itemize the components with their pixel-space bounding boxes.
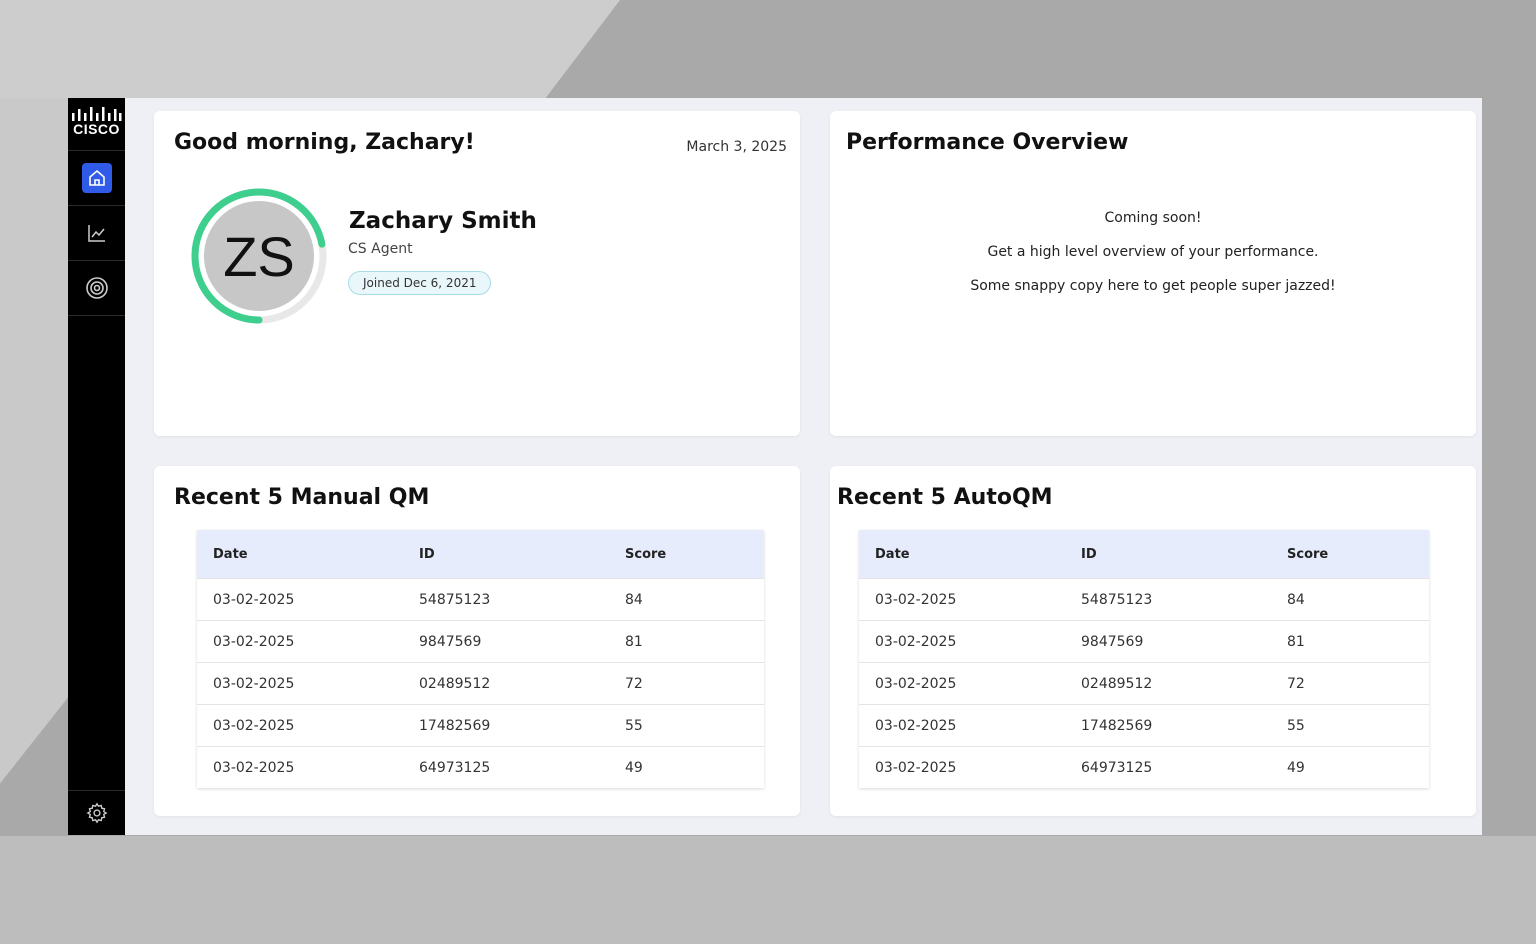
manual-qm-title: Recent 5 Manual QM [174,485,430,510]
cell-date: 03-02-2025 [197,578,403,621]
cell-date: 03-02-2025 [197,620,403,663]
cell-score: 72 [609,662,764,705]
app-window: CISCO Good morning, Zachary! March 3, 20… [68,98,1482,835]
column-header-date[interactable]: Date [197,530,403,579]
table-row[interactable]: 03-02-2025 54875123 84 [197,578,764,621]
cell-date: 03-02-2025 [197,746,403,788]
gear-icon [86,802,108,824]
cell-id: 9847569 [1065,620,1271,663]
cell-id: 64973125 [403,746,609,788]
sidebar: CISCO [68,98,125,835]
table-row[interactable]: 03-02-2025 9847569 81 [859,620,1429,663]
column-header-id[interactable]: ID [403,530,609,579]
cell-date: 03-02-2025 [859,578,1065,621]
user-name: Zachary Smith [349,208,537,234]
column-header-score[interactable]: Score [1271,530,1429,579]
welcome-card: Good morning, Zachary! March 3, 2025 ZS … [154,111,800,436]
table-header-row: Date ID Score [859,530,1429,579]
cell-date: 03-02-2025 [859,704,1065,747]
greeting-title: Good morning, Zachary! [174,130,475,155]
table-row[interactable]: 03-02-2025 02489512 72 [197,662,764,705]
cell-date: 03-02-2025 [859,620,1065,663]
performance-line: Coming soon! [1104,210,1202,226]
avatar-initials: ZS [223,224,295,288]
table-row[interactable]: 03-02-2025 02489512 72 [859,662,1429,705]
cell-date: 03-02-2025 [859,746,1065,788]
current-date: March 3, 2025 [686,139,787,155]
cisco-logo[interactable]: CISCO [68,98,125,151]
auto-qm-title: Recent 5 AutoQM [837,485,1053,510]
background-shape-bottom [0,836,1536,944]
auto-qm-table: Date ID Score 03-02-2025 54875123 84 03-… [859,530,1429,788]
cell-score: 81 [1271,620,1429,663]
cell-id: 64973125 [1065,746,1271,788]
cell-score: 84 [1271,578,1429,621]
column-header-id[interactable]: ID [1065,530,1271,579]
nav-item-analytics[interactable] [68,206,125,261]
performance-card: Performance Overview Coming soon! Get a … [830,111,1476,436]
cell-id: 54875123 [1065,578,1271,621]
cell-id: 17482569 [1065,704,1271,747]
cell-id: 17482569 [403,704,609,747]
settings-button[interactable] [68,790,125,835]
cell-score: 72 [1271,662,1429,705]
table-row[interactable]: 03-02-2025 17482569 55 [197,704,764,747]
nav-item-goals[interactable] [68,261,125,316]
user-role: CS Agent [348,241,413,257]
table-row[interactable]: 03-02-2025 64973125 49 [197,746,764,788]
cell-id: 9847569 [403,620,609,663]
avatar[interactable]: ZS [188,185,330,327]
auto-qm-card: Recent 5 AutoQM Date ID Score 03-02-2025… [830,466,1476,816]
cell-score: 81 [609,620,764,663]
home-icon [81,163,112,193]
cell-score: 55 [609,704,764,747]
cell-id: 02489512 [403,662,609,705]
chart-line-icon [86,222,108,244]
column-header-score[interactable]: Score [609,530,764,579]
performance-message: Coming soon! Get a high level overview o… [830,209,1476,311]
cell-date: 03-02-2025 [197,704,403,747]
target-icon [85,276,109,300]
performance-line: Some snappy copy here to get people supe… [970,278,1336,294]
table-row[interactable]: 03-02-2025 9847569 81 [197,620,764,663]
table-row[interactable]: 03-02-2025 54875123 84 [859,578,1429,621]
table-header-row: Date ID Score [197,530,764,579]
nav-item-home[interactable] [68,151,125,206]
performance-line: Get a high level overview of your perfor… [987,244,1319,260]
table-row[interactable]: 03-02-2025 17482569 55 [859,704,1429,747]
cell-score: 55 [1271,704,1429,747]
cell-id: 54875123 [403,578,609,621]
cell-score: 84 [609,578,764,621]
cell-score: 49 [609,746,764,788]
table-row[interactable]: 03-02-2025 64973125 49 [859,746,1429,788]
cell-id: 02489512 [1065,662,1271,705]
cell-date: 03-02-2025 [197,662,403,705]
logo-text: CISCO [73,121,120,137]
column-header-date[interactable]: Date [859,530,1065,579]
manual-qm-table: Date ID Score 03-02-2025 54875123 84 03-… [197,530,764,788]
manual-qm-card: Recent 5 Manual QM Date ID Score 03-02-2… [154,466,800,816]
cell-score: 49 [1271,746,1429,788]
cisco-logo-bars-icon [72,107,122,121]
performance-title: Performance Overview [846,130,1129,155]
joined-badge: Joined Dec 6, 2021 [348,271,492,295]
cell-date: 03-02-2025 [859,662,1065,705]
